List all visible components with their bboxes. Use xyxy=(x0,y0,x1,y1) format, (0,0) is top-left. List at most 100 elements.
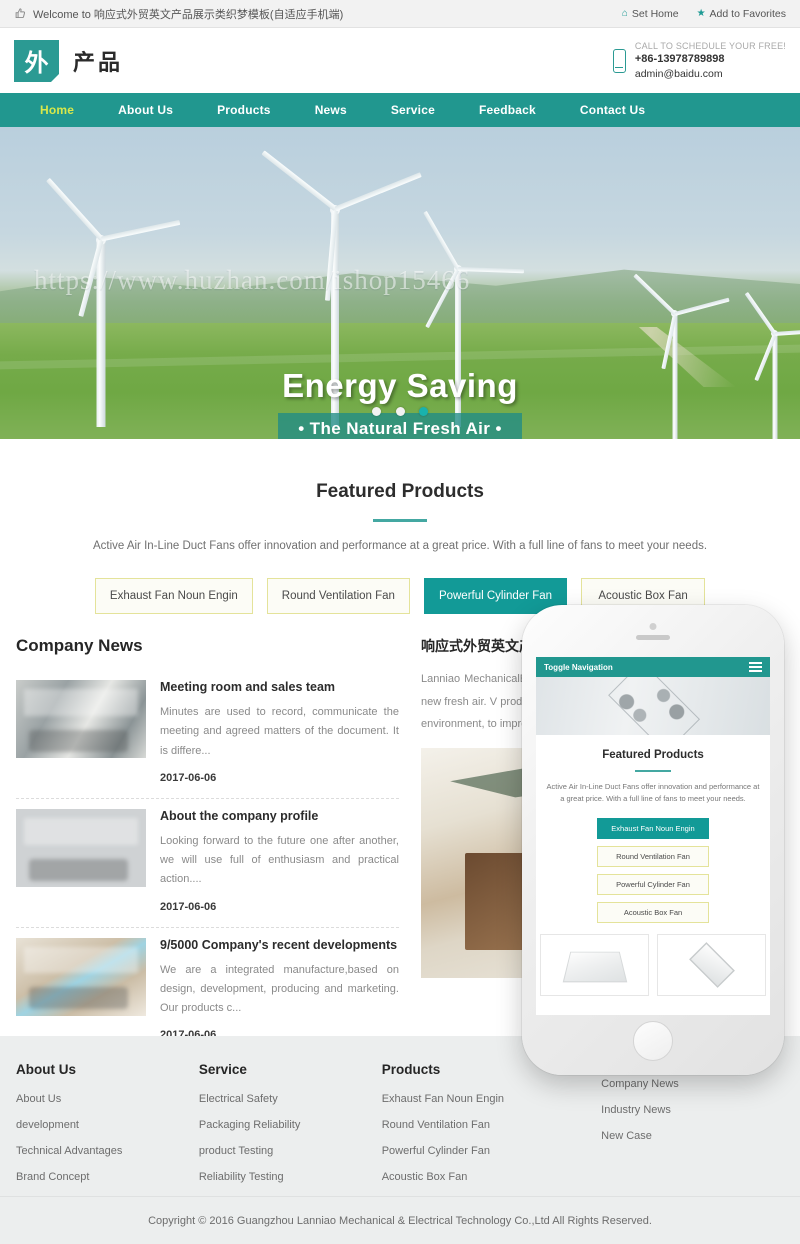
footer-link[interactable]: development xyxy=(16,1119,199,1131)
nav-item-service[interactable]: Service xyxy=(369,103,457,117)
phone-filter-powerful-cylinder-fan[interactable]: Powerful Cylinder Fan xyxy=(597,873,709,895)
footer-link[interactable]: Electrical Safety xyxy=(199,1093,382,1105)
footer-link[interactable]: Industry News xyxy=(601,1104,784,1116)
top-bar-welcome: Welcome to 响应式外贸英文产品展示类织梦模板(自适应手机端) xyxy=(14,6,343,22)
welcome-text: Welcome to 响应式外贸英文产品展示类织梦模板(自适应手机端) xyxy=(33,8,344,21)
nav-item-products[interactable]: Products xyxy=(195,103,293,117)
phone-speaker-icon xyxy=(636,635,670,640)
nav-item-news[interactable]: News xyxy=(293,103,369,117)
top-bar: Welcome to 响应式外贸英文产品展示类织梦模板(自适应手机端) ⌂ Se… xyxy=(0,0,800,28)
slider-dot-3[interactable] xyxy=(418,407,428,416)
footer-link[interactable]: Brand Concept xyxy=(16,1171,199,1183)
phone-product-card[interactable] xyxy=(657,933,766,996)
footer-link[interactable]: Round Ventilation Fan xyxy=(382,1119,601,1131)
hamburger-menu-icon[interactable] xyxy=(749,660,762,674)
nav-item-about-us[interactable]: About Us xyxy=(96,103,195,117)
add-favorites-link[interactable]: ★ Add to Favorites xyxy=(697,8,786,20)
logo-text: 产品 xyxy=(73,50,124,76)
phone-filter-exhaust-fan-noun-engin[interactable]: Exhaust Fan Noun Engin xyxy=(597,817,709,839)
watermark-text: https://www.huzhan.com/ishop15466 xyxy=(34,265,471,295)
filter-round-ventilation-fan[interactable]: Round Ventilation Fan xyxy=(266,578,410,614)
nav-item-feedback[interactable]: Feedback xyxy=(457,103,558,117)
footer-link[interactable]: Company News xyxy=(601,1078,784,1090)
section-description: Active Air In-Line Duct Fans offer innov… xyxy=(92,540,708,552)
footer-heading: About Us xyxy=(16,1062,76,1077)
logo-mark: 外 xyxy=(14,39,59,82)
company-news-column: Company News Meeting room and sales team… xyxy=(16,636,399,1057)
phone-screen: Toggle Navigation Featured Products Acti… xyxy=(536,657,770,1015)
email-address: admin@baidu.com xyxy=(634,67,723,80)
footer-link[interactable]: product Testing xyxy=(199,1145,382,1157)
set-home-link[interactable]: ⌂ Set Home xyxy=(622,8,679,20)
site-header: 外 产品 CALL TO SCHEDULE YOUR FREE! +86-139… xyxy=(0,28,800,93)
phone-filter-round-ventilation-fan[interactable]: Round Ventilation Fan xyxy=(597,845,709,867)
hero-title: Energy Saving xyxy=(282,367,518,404)
phone-hero-image xyxy=(536,677,770,735)
news-item-title: 9/5000 Company's recent developments xyxy=(160,937,398,952)
news-item-date: 2017-06-06 xyxy=(160,771,217,784)
phone-section-divider xyxy=(635,770,671,772)
section-divider xyxy=(373,519,427,522)
set-home-label: Set Home xyxy=(631,7,679,20)
slider-dot-1[interactable] xyxy=(372,407,382,416)
nav-item-contact-us[interactable]: Contact Us xyxy=(558,103,667,117)
top-bar-links: ⌂ Set Home ★ Add to Favorites xyxy=(622,8,786,20)
phone-navbar: Toggle Navigation xyxy=(536,657,770,677)
news-thumbnail xyxy=(16,937,146,1016)
news-list-item[interactable]: Meeting room and sales team Minutes are … xyxy=(16,670,399,799)
footer-column-products: Products Exhaust Fan Noun Engin Round Ve… xyxy=(382,1062,601,1197)
news-list-item[interactable]: About the company profile Looking forwar… xyxy=(16,799,399,928)
footer-link[interactable]: Exhaust Fan Noun Engin xyxy=(382,1093,601,1105)
footer-column-about-us: About Us About Us development Technical … xyxy=(16,1062,199,1197)
phone-home-button[interactable] xyxy=(633,1021,673,1061)
phone-filter-group: Exhaust Fan Noun Engin Round Ventilation… xyxy=(536,817,770,923)
nav-item-home[interactable]: Home xyxy=(18,103,96,117)
footer-link[interactable]: Technical Advantages xyxy=(16,1145,199,1157)
page-root: Welcome to 响应式外贸英文产品展示类织梦模板(自适应手机端) ⌂ Se… xyxy=(0,0,800,1244)
home-icon: ⌂ xyxy=(621,7,628,19)
footer-link[interactable]: Reliability Testing xyxy=(199,1171,382,1183)
slider-dots xyxy=(0,403,800,421)
call-label: CALL TO SCHEDULE YOUR FREE! xyxy=(634,40,786,51)
thumbs-up-icon xyxy=(14,7,27,20)
news-item-title: About the company profile xyxy=(160,808,319,823)
star-icon: ★ xyxy=(696,7,706,19)
mobile-phone-icon xyxy=(612,48,626,73)
company-news-title: Company News xyxy=(16,636,143,655)
header-contact: CALL TO SCHEDULE YOUR FREE! +86-13978789… xyxy=(612,40,786,81)
footer-column-service: Service Electrical Safety Packaging Reli… xyxy=(199,1062,382,1197)
footer-link[interactable]: Powerful Cylinder Fan xyxy=(382,1145,601,1157)
featured-products-section: Featured Products Active Air In-Line Duc… xyxy=(0,439,800,614)
slider-dot-2[interactable] xyxy=(395,407,405,416)
phone-mockup: Toggle Navigation Featured Products Acti… xyxy=(522,605,784,1075)
diamond-ceiling-fan-photo xyxy=(688,941,735,988)
copyright-text: Copyright © 2016 Guangzhou Lanniao Mecha… xyxy=(0,1196,800,1244)
footer-link[interactable]: About Us xyxy=(16,1093,199,1105)
news-item-excerpt: Minutes are used to record, communicate … xyxy=(160,706,399,757)
phone-section-description: Active Air In-Line Duct Fans offer innov… xyxy=(546,782,760,804)
news-item-title: Meeting room and sales team xyxy=(160,680,336,694)
footer-link[interactable]: Packaging Reliability xyxy=(199,1119,382,1131)
phone-product-grid xyxy=(536,933,770,996)
footer-heading: Service xyxy=(198,1062,247,1077)
news-thumbnail xyxy=(16,680,146,758)
footer-link[interactable]: Acoustic Box Fan xyxy=(382,1171,601,1183)
news-item-excerpt: Looking forward to the future one after … xyxy=(160,834,399,886)
add-favorites-label: Add to Favorites xyxy=(709,7,786,20)
footer-column-news: Company News Industry News New Case xyxy=(601,1062,784,1197)
filter-exhaust-fan-noun-engin[interactable]: Exhaust Fan Noun Engin xyxy=(94,578,253,614)
phone-camera-icon xyxy=(649,623,657,630)
phone-product-card[interactable] xyxy=(540,933,649,996)
phone-number: +86-13978789898 xyxy=(634,53,725,66)
main-navigation: Home About Us Products News Service Feed… xyxy=(0,93,800,127)
square-duct-fan-photo xyxy=(562,951,627,983)
news-thumbnail xyxy=(16,808,146,887)
news-item-excerpt: We are a integrated manufacture,based on… xyxy=(160,963,399,1015)
phone-filter-acoustic-box-fan[interactable]: Acoustic Box Fan xyxy=(597,901,709,923)
hero-banner: https://www.huzhan.com/ishop15466 Energy… xyxy=(0,127,800,439)
phone-section-title: Featured Products xyxy=(602,749,704,761)
toggle-navigation-label: Toggle Navigation xyxy=(544,662,613,672)
logo[interactable]: 外 产品 xyxy=(14,39,124,82)
footer-link[interactable]: New Case xyxy=(601,1130,784,1142)
section-title: Featured Products xyxy=(316,481,484,502)
